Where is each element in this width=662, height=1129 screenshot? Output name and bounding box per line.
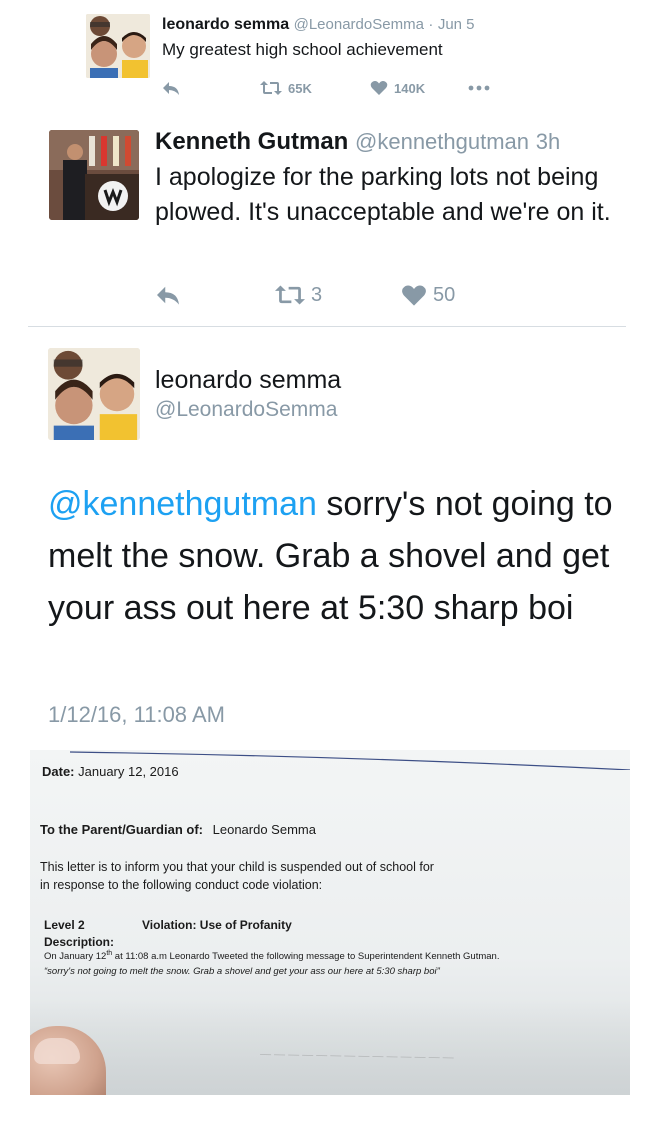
handle[interactable]: @LeonardoSemma	[294, 16, 424, 33]
tweet-2: Kenneth Gutman @kennethgutman 3h I apolo…	[0, 112, 662, 328]
tweet-actions: 3 50	[155, 280, 455, 310]
tweet-1: leonardo semma @LeonardoSemma · Jun 5 My…	[0, 0, 662, 110]
tweet-actions: 65K 140K	[162, 76, 490, 100]
divider	[28, 326, 626, 327]
more-dots-icon	[468, 85, 490, 91]
display-name[interactable]: Kenneth Gutman	[155, 128, 348, 155]
description-label: Description:	[44, 935, 115, 949]
tweet-text: My greatest high school achievement	[162, 40, 443, 59]
tweet-3: leonardo semma @LeonardoSemma @kennethgu…	[0, 330, 662, 740]
tweet-text: I apologize for the parking lots not bei…	[155, 163, 611, 226]
date-label: Date:	[42, 764, 75, 779]
reply-icon	[163, 82, 179, 95]
avatar[interactable]	[86, 14, 150, 78]
avatar-photo-icon	[48, 348, 140, 440]
handle[interactable]: @LeonardoSemma	[155, 398, 337, 422]
tweet-header: Kenneth Gutman @kennethgutman 3h	[155, 128, 560, 156]
like-button[interactable]: 50	[401, 284, 455, 307]
violation-level: Level 2	[44, 918, 85, 932]
quoted-tweet: “sorry's not going to melt the snow. Gra…	[44, 966, 440, 977]
description-text: On January 12th at 11:08 a.m Leonardo Tw…	[44, 950, 499, 962]
recipient-value: Leonardo Semma	[212, 822, 316, 837]
tweet-timestamp[interactable]: 1/12/16, 11:08 AM	[48, 702, 225, 728]
tweet-date[interactable]: Jun 5	[438, 16, 475, 33]
letter-recipient: To the Parent/Guardian of: Leonardo Semm…	[40, 822, 316, 837]
retweet-count: 65K	[288, 80, 312, 96]
dot-separator: ·	[428, 16, 434, 33]
like-count: 140K	[394, 80, 426, 96]
reply-button[interactable]	[162, 80, 260, 96]
tweet-time[interactable]: 3h	[536, 129, 560, 154]
mention-link[interactable]: @kennethgutman	[48, 485, 317, 523]
reply-icon	[157, 286, 179, 305]
tweet-text: @kennethgutman sorry's not going to melt…	[48, 478, 628, 634]
letter-inform-line-1: This letter is to inform you that your c…	[40, 860, 434, 874]
description-post: at 11:08 a.m Leonardo Tweeted the follow…	[112, 951, 500, 963]
like-button[interactable]: 140K	[370, 80, 468, 96]
more-button[interactable]	[468, 85, 490, 91]
letter-date: Date: January 12, 2016	[42, 764, 179, 779]
avatar-photo-icon	[86, 14, 150, 78]
photo-shadow	[30, 1000, 630, 1095]
suspension-letter-photo: Date: January 12, 2016 To the Parent/Gua…	[30, 750, 630, 1095]
heart-icon	[402, 285, 426, 306]
display-name[interactable]: leonardo semma	[155, 366, 341, 395]
retweet-count: 3	[311, 283, 323, 306]
like-count: 50	[433, 283, 456, 306]
thumbnail-nail	[34, 1038, 80, 1064]
handle[interactable]: @kennethgutman	[355, 129, 529, 154]
description-pre: On January 12	[44, 951, 107, 963]
violation-type: Violation: Use of Profanity	[142, 918, 292, 932]
retweet-button[interactable]: 3	[275, 284, 401, 307]
avatar[interactable]	[49, 130, 139, 220]
retweet-icon	[275, 285, 305, 305]
date-value: January 12, 2016	[78, 764, 179, 779]
letter-inform-line-2: in response to the following conduct cod…	[40, 878, 323, 892]
avatar[interactable]	[48, 348, 140, 440]
retweet-icon	[260, 81, 282, 95]
reply-button[interactable]	[155, 284, 275, 306]
heart-icon	[370, 81, 388, 95]
tweet-header: leonardo semma @LeonardoSemma · Jun 5	[162, 16, 475, 34]
display-name[interactable]: leonardo semma	[162, 16, 289, 33]
avatar-photo-icon	[49, 130, 139, 220]
retweet-button[interactable]: 65K	[260, 80, 370, 96]
recipient-label: To the Parent/Guardian of:	[40, 822, 203, 837]
